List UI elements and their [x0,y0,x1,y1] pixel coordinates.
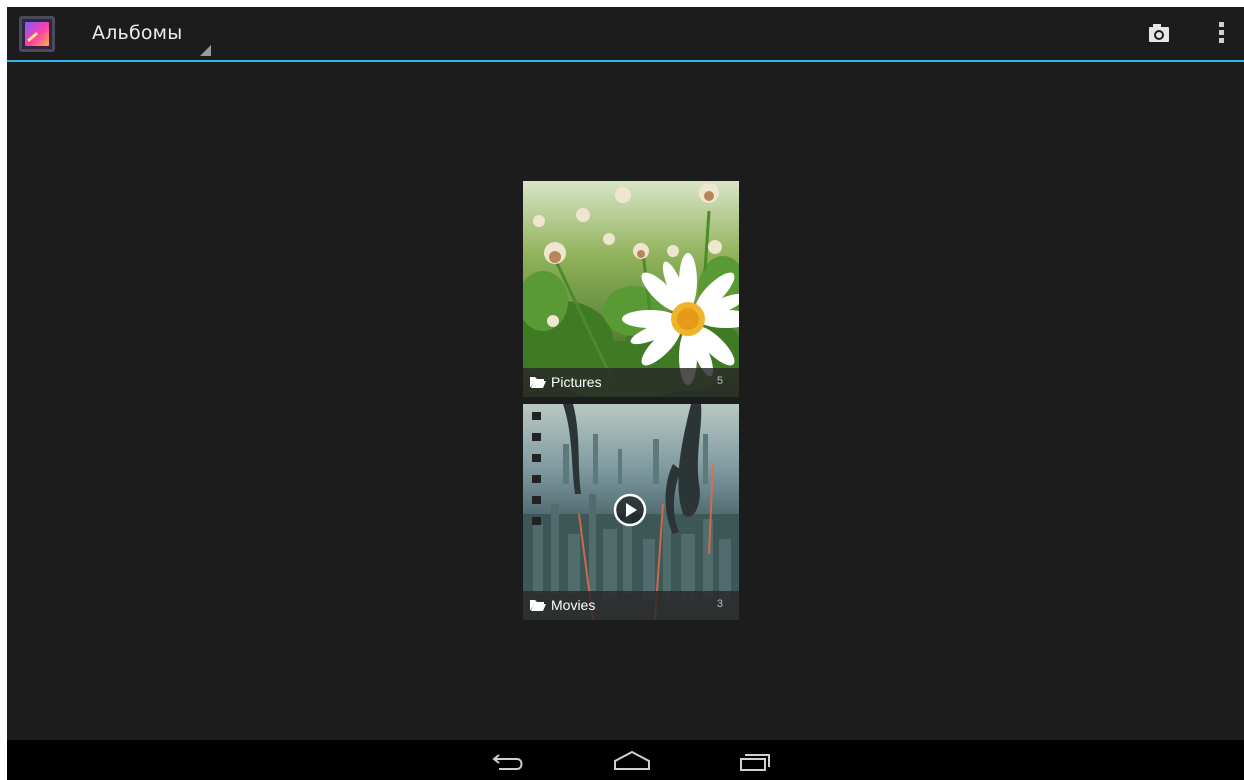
play-icon [613,493,647,527]
gallery-screen: Альбомы Pictures 5 Movies 3 [7,7,1244,780]
album-pictures[interactable]: Pictures 5 [523,181,739,397]
overflow-menu-icon [1219,22,1224,27]
album-spinner-title[interactable]: Альбомы [92,22,182,44]
album-count: 5 [716,375,723,387]
album-label-bar: Movies 3 [523,591,739,620]
navigation-bar [7,740,1244,780]
recent-apps-button[interactable] [731,745,781,775]
back-button[interactable] [483,745,533,775]
gallery-icon[interactable] [19,16,55,52]
spinner-indicator-icon [200,45,211,56]
folder-icon [530,600,546,611]
album-thumbnail [523,181,739,397]
back-icon [492,754,523,770]
action-bar: Альбомы [7,7,1244,62]
camera-button[interactable] [1141,19,1177,49]
album-movies[interactable]: Movies 3 [523,404,739,620]
recent-apps-icon [740,754,770,771]
overflow-menu-button[interactable] [1211,19,1231,49]
album-name: Movies [551,597,596,613]
album-name: Pictures [551,374,602,390]
album-label-bar: Pictures 5 [523,368,739,397]
folder-icon [530,377,546,388]
home-icon [614,750,650,770]
camera-icon [1149,24,1169,42]
album-count: 3 [716,598,723,610]
home-button[interactable] [607,745,657,775]
